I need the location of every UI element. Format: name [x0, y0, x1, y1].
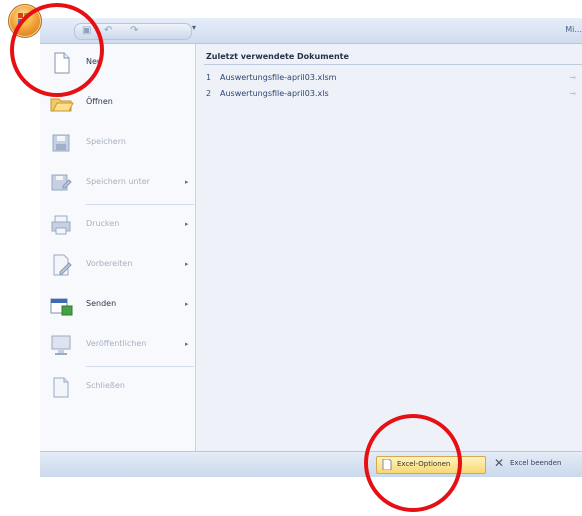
- recent-document-item[interactable]: 1 Auswertungsfile-april03.xlsm ⊸: [206, 72, 576, 86]
- title-bar: ▣ ↶ ↷ ▾ Mi...: [40, 18, 582, 44]
- submenu-arrow-icon: ▸: [185, 260, 189, 268]
- submenu-arrow-icon: ▸: [185, 300, 189, 308]
- exit-excel-label: Excel beenden: [510, 459, 562, 467]
- recent-documents-title: Zuletzt verwendete Dokumente: [206, 52, 349, 61]
- menu-item-save[interactable]: Speichern: [40, 126, 195, 160]
- office-menu: Neu Öffnen Speichern Speichern unter ▸ D…: [40, 43, 582, 452]
- prepare-icon: [53, 254, 72, 276]
- highlight-circle-office-button: [10, 3, 104, 97]
- menu-item-label: Öffnen: [86, 97, 113, 106]
- menu-item-save-as[interactable]: Speichern unter ▸: [40, 166, 195, 200]
- submenu-arrow-icon: ▸: [185, 178, 189, 186]
- menu-item-publish[interactable]: Veröffentlichen ▸: [40, 328, 195, 362]
- print-icon: [51, 215, 71, 235]
- menu-item-label: Senden: [86, 299, 117, 308]
- undo-icon[interactable]: ↶: [104, 25, 112, 36]
- menu-item-label: Vorbereiten: [86, 259, 133, 268]
- office-menu-footer: Excel-Optionen ✕ Excel beenden: [40, 451, 582, 477]
- exit-excel-button[interactable]: ✕ Excel beenden: [490, 456, 582, 472]
- menu-item-label: Veröffentlichen: [86, 339, 147, 348]
- recent-document-name: Auswertungsfile-april03.xlsm: [220, 73, 337, 82]
- pin-icon[interactable]: ⊸: [569, 89, 576, 98]
- menu-item-print[interactable]: Drucken ▸: [40, 208, 195, 242]
- menu-item-label: Speichern unter: [86, 177, 150, 186]
- recent-document-item[interactable]: 2 Auswertungsfile-april03.xls ⊸: [206, 88, 576, 102]
- publish-icon: [51, 335, 71, 355]
- save-icon: [52, 134, 70, 152]
- submenu-arrow-icon: ▸: [185, 220, 189, 228]
- submenu-arrow-icon: ▸: [185, 340, 189, 348]
- customize-quick-access-chevron-icon[interactable]: ▾: [192, 23, 196, 32]
- redo-icon[interactable]: ↷: [130, 25, 138, 36]
- menu-item-label: Drucken: [86, 219, 120, 228]
- exit-icon: ✕: [494, 456, 505, 470]
- recent-document-number: 1: [206, 73, 212, 82]
- recent-documents-panel: Zuletzt verwendete Dokumente 1 Auswertun…: [196, 44, 582, 452]
- recent-document-number: 2: [206, 89, 212, 98]
- send-icon: [50, 298, 73, 316]
- menu-item-label: Speichern: [86, 137, 126, 146]
- highlight-circle-excel-options: [364, 414, 462, 512]
- save-as-icon: [51, 174, 72, 191]
- menu-item-send[interactable]: Senden ▸: [40, 288, 195, 322]
- menu-item-close[interactable]: Schließen: [40, 370, 195, 404]
- close-document-icon: [53, 377, 69, 398]
- recent-document-name: Auswertungsfile-april03.xls: [220, 89, 329, 98]
- menu-item-prepare[interactable]: Vorbereiten ▸: [40, 248, 195, 282]
- window-title: Mi...: [565, 25, 582, 34]
- office-menu-commands: Neu Öffnen Speichern Speichern unter ▸ D…: [40, 44, 196, 452]
- pin-icon[interactable]: ⊸: [569, 73, 576, 82]
- menu-item-label: Schließen: [86, 381, 125, 390]
